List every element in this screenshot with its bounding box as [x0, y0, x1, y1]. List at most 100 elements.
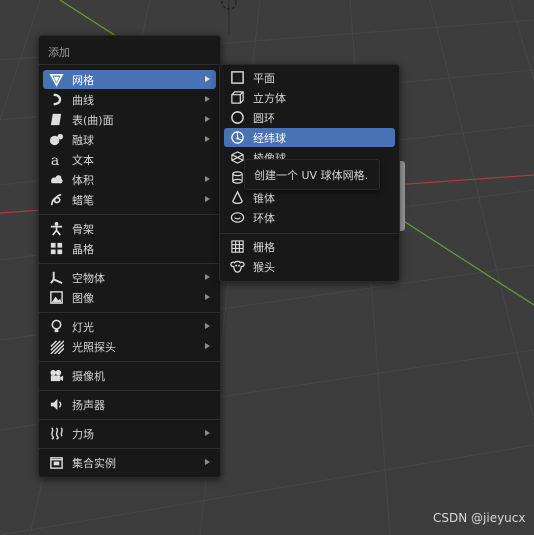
light-probe-icon: [48, 339, 64, 355]
submenu-item-cube[interactable]: 立方体: [224, 88, 395, 107]
submenu-arrow-icon: [205, 459, 210, 465]
ico-sphere-icon: [229, 150, 245, 166]
menu-item-curve[interactable]: 曲线: [43, 90, 216, 109]
menu-item-label: 融球: [72, 133, 94, 147]
menu-item-text[interactable]: a 文本: [43, 150, 216, 169]
menu-item-light-probe[interactable]: 光照探头: [43, 337, 216, 356]
uv-sphere-icon: [229, 130, 245, 146]
menu-item-force-field[interactable]: 力场: [43, 424, 216, 443]
submenu-item-label: 锥体: [253, 191, 275, 205]
submenu-arrow-icon: [205, 116, 210, 122]
menu-item-label: 文本: [72, 153, 94, 167]
cylinder-icon: [229, 170, 245, 186]
submenu-item-label: 圆环: [253, 111, 275, 125]
menu-item-label: 曲线: [72, 93, 94, 107]
menu-item-collection-instance[interactable]: 集合实例: [43, 453, 216, 472]
submenu-arrow-icon: [205, 76, 210, 82]
menu-item-label: 力场: [72, 427, 94, 441]
menu-item-armature[interactable]: 骨架: [43, 219, 216, 238]
menu-item-surface[interactable]: 表(曲)面: [43, 110, 216, 129]
menu-item-label: 灯光: [72, 320, 94, 334]
add-menu: 添加 网格 曲线 表(曲)面 融球 a 文本 体积 蜡笔 骨架 晶格 空物体 图…: [38, 35, 221, 478]
menu-item-image[interactable]: 图像: [43, 288, 216, 307]
submenu-arrow-icon: [205, 294, 210, 300]
menu-item-speaker[interactable]: 扬声器: [43, 395, 216, 414]
separator: [39, 263, 220, 264]
mesh-icon: [48, 72, 64, 88]
separator: [39, 312, 220, 313]
menu-item-lattice[interactable]: 晶格: [43, 239, 216, 258]
submenu-arrow-icon: [205, 196, 210, 202]
separator: [220, 233, 399, 234]
cube-icon: [229, 90, 245, 106]
menu-item-label: 骨架: [72, 222, 94, 236]
submenu-item-cone[interactable]: 锥体: [224, 188, 395, 207]
submenu-item-torus[interactable]: 环体: [224, 208, 395, 227]
submenu-arrow-icon: [205, 323, 210, 329]
menu-item-label: 体积: [72, 173, 94, 187]
watermark: CSDN @jieyucx: [433, 511, 526, 525]
armature-icon: [48, 221, 64, 237]
light-icon: [48, 319, 64, 335]
submenu-item-plane[interactable]: 平面: [224, 68, 395, 87]
submenu-item-grid[interactable]: 栅格: [224, 237, 395, 256]
menu-item-light[interactable]: 灯光: [43, 317, 216, 336]
force-field-icon: [48, 426, 64, 442]
menu-item-label: 扬声器: [72, 398, 105, 412]
monkey-icon: [229, 259, 245, 275]
menu-item-label: 集合实例: [72, 456, 116, 470]
grease-pencil-icon: [48, 192, 64, 208]
separator: [39, 361, 220, 362]
menu-item-grease-pencil[interactable]: 蜡笔: [43, 190, 216, 209]
cone-icon: [229, 190, 245, 206]
menu-title: 添加: [48, 46, 70, 59]
separator: [39, 419, 220, 420]
speaker-icon: [48, 397, 64, 413]
submenu-item-label: 环体: [253, 211, 275, 225]
separator: [39, 214, 220, 215]
metaball-icon: [48, 132, 64, 148]
tooltip: 创建一个 UV 球体网格.: [244, 159, 380, 190]
submenu-item-circle[interactable]: 圆环: [224, 108, 395, 127]
empty-icon: [48, 270, 64, 286]
menu-item-label: 摄像机: [72, 369, 105, 383]
separator: [39, 390, 220, 391]
menu-item-camera[interactable]: 摄像机: [43, 366, 216, 385]
menu-item-empty[interactable]: 空物体: [43, 268, 216, 287]
menu-item-label: 图像: [72, 291, 94, 305]
submenu-item-monkey[interactable]: 猴头: [224, 257, 395, 276]
menu-item-metaball[interactable]: 融球: [43, 130, 216, 149]
menu-item-label: 表(曲)面: [72, 113, 114, 127]
menu-item-label: 光照探头: [72, 340, 116, 354]
lattice-icon: [48, 241, 64, 257]
torus-icon: [229, 210, 245, 226]
submenu-item-label: 平面: [253, 71, 275, 85]
separator: [39, 64, 220, 65]
svg-text:a: a: [50, 153, 58, 167]
submenu-arrow-icon: [205, 136, 210, 142]
separator: [39, 448, 220, 449]
circle-icon: [229, 110, 245, 126]
menu-item-label: 晶格: [72, 242, 94, 256]
plane-icon: [229, 70, 245, 86]
submenu-arrow-icon: [205, 430, 210, 436]
submenu-item-label: 经纬球: [253, 131, 286, 145]
submenu-arrow-icon: [205, 96, 210, 102]
submenu-item-label: 栅格: [253, 240, 275, 254]
curve-icon: [48, 92, 64, 108]
menu-item-volume[interactable]: 体积: [43, 170, 216, 189]
submenu-arrow-icon: [205, 176, 210, 182]
text-icon: a: [48, 152, 64, 168]
submenu-arrow-icon: [205, 343, 210, 349]
surface-icon: [48, 112, 64, 128]
camera-icon: [48, 368, 64, 384]
submenu-item-label: 立方体: [253, 91, 286, 105]
submenu-item-uv-sphere[interactable]: 经纬球: [224, 128, 395, 147]
submenu-arrow-icon: [205, 274, 210, 280]
collection-instance-icon: [48, 455, 64, 471]
menu-item-label: 网格: [72, 73, 94, 87]
submenu-item-label: 猴头: [253, 260, 275, 274]
volume-icon: [48, 172, 64, 188]
menu-item-mesh[interactable]: 网格: [43, 70, 216, 89]
image-icon: [48, 290, 64, 306]
